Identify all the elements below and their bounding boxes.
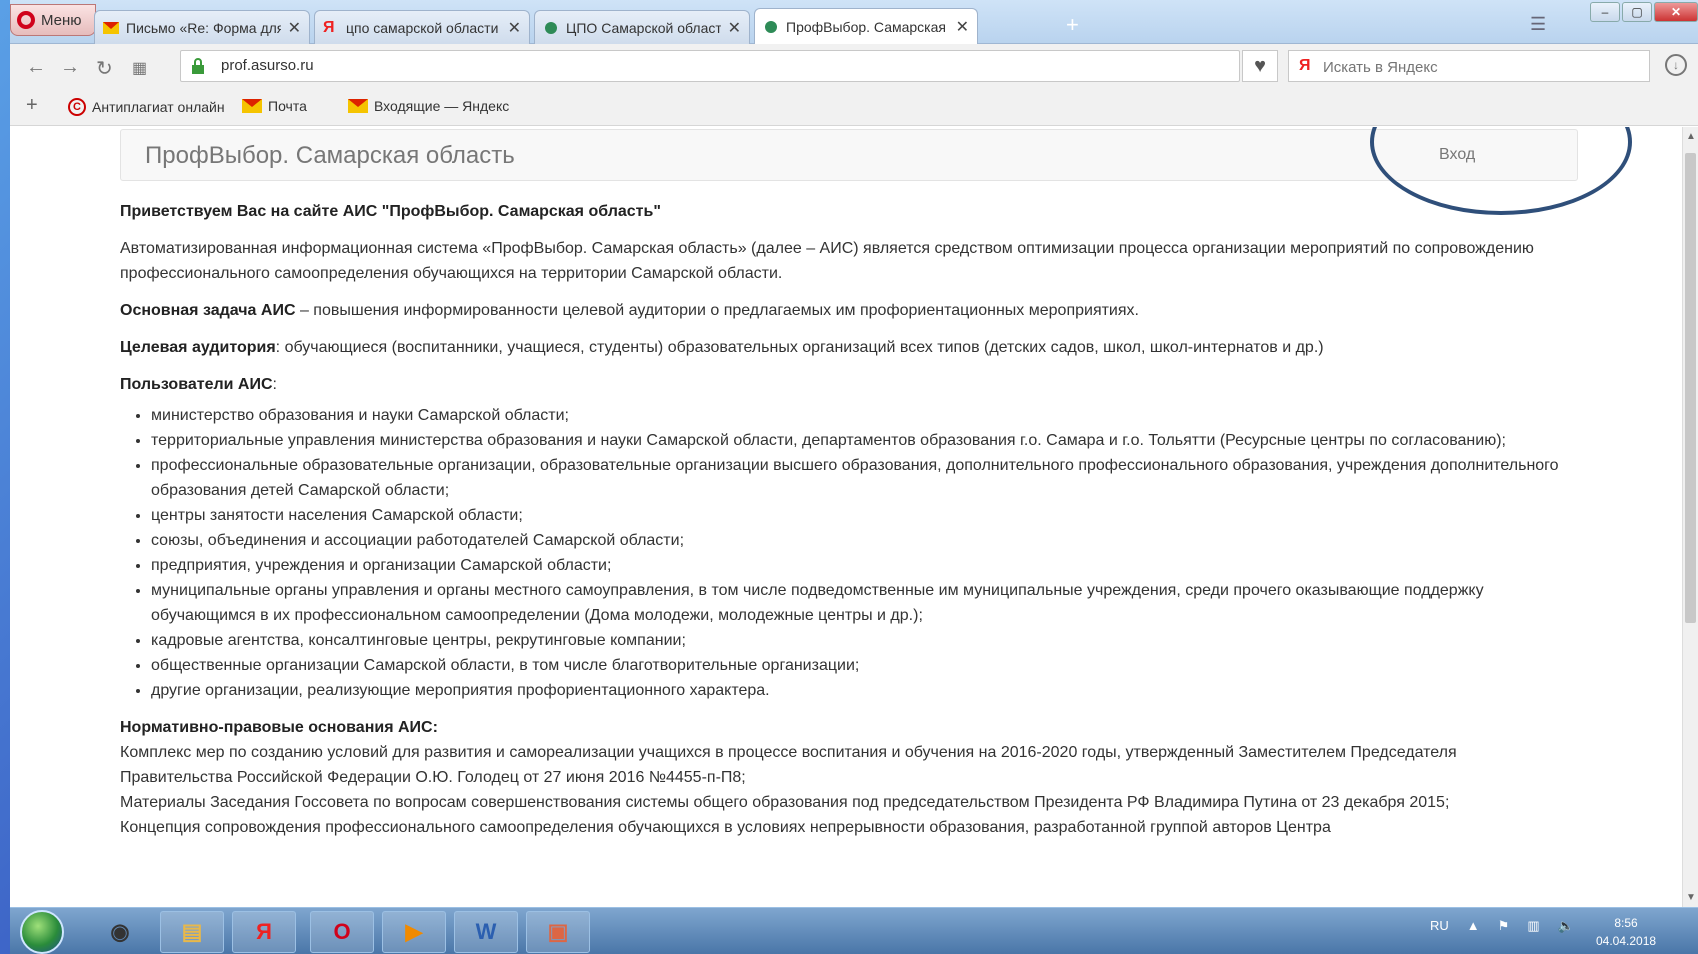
window-controls: – ▢ ✕ [1590, 2, 1698, 22]
folder-icon[interactable]: ▤ [160, 911, 224, 953]
bookmark-antiplagiat[interactable]: C Антиплагиат онлайн [68, 98, 225, 116]
site-brand[interactable]: ПрофВыбор. Самарская область [145, 142, 515, 170]
clock-time: 8:56 [1614, 916, 1638, 930]
tab-bar: Меню Письмо «Re: Форма для А ✕ Я цпо сам… [10, 0, 1698, 44]
list-item: муниципальные органы управления и органы… [151, 578, 1560, 628]
reload-icon[interactable]: ↻ [96, 56, 113, 81]
users-list: министерство образования и науки Самарск… [151, 403, 1560, 703]
scrollbar-thumb[interactable] [1685, 153, 1696, 623]
tray-expand-icon[interactable]: ▲ [1467, 918, 1480, 934]
tab-profvybor[interactable]: ПрофВыбор. Самарская с ✕ [754, 8, 978, 44]
add-bookmark-plus-icon[interactable]: + [26, 94, 38, 117]
tab-label: цпо самарской области - [346, 19, 501, 36]
media-player-icon[interactable]: ◉ [88, 911, 152, 953]
address-bar[interactable]: prof.asurso.ru [180, 50, 1240, 82]
opera-icon [17, 11, 35, 29]
url-text: prof.asurso.ru [221, 57, 314, 74]
tab-label: ЦПО Самарской области [566, 19, 721, 36]
yandex-icon: Я [323, 18, 335, 36]
minimize-icon[interactable]: – [1590, 2, 1620, 22]
list-item: общественные организации Самарской облас… [151, 653, 1560, 678]
player-icon[interactable]: ▶ [382, 911, 446, 953]
legal-item: Концепция сопровождения профессиональног… [120, 819, 1331, 836]
list-item: министерство образования и науки Самарск… [151, 403, 1560, 428]
close-icon[interactable]: ✕ [508, 18, 521, 38]
bookmark-pochta[interactable]: Почта [242, 98, 307, 114]
clock[interactable]: 8:56 04.04.2018 [1596, 914, 1656, 950]
list-item: предприятия, учреждения и организации Са… [151, 553, 1560, 578]
legal-heading: Нормативно-правовые основания АИС: [120, 719, 438, 736]
scroll-down-icon[interactable]: ▼ [1686, 892, 1696, 903]
download-icon[interactable]: ↓ [1665, 54, 1687, 76]
forward-arrow-icon[interactable]: → [60, 56, 80, 79]
bookmark-inbox-yandex[interactable]: Входящие — Яндекс [348, 98, 509, 114]
users-heading: Пользователи АИС: [120, 376, 277, 393]
list-item: профессиональные образовательные организ… [151, 453, 1560, 503]
site-navbar: ПрофВыбор. Самарская область Вход [120, 129, 1578, 181]
list-item: центры занятости населения Самарской обл… [151, 503, 1560, 528]
legal-item: Комплекс мер по созданию условий для раз… [120, 744, 1457, 786]
word-icon[interactable]: W [454, 911, 518, 953]
windows-start-icon[interactable] [20, 910, 64, 954]
bookmark-label: Антиплагиат онлайн [92, 99, 225, 115]
bookmark-label: Входящие — Яндекс [374, 98, 510, 114]
maximize-icon[interactable]: ▢ [1622, 2, 1652, 22]
menu-label: Меню [41, 11, 82, 29]
flag-icon[interactable]: ⚑ [1498, 918, 1510, 934]
mail-icon [348, 99, 368, 113]
network-icon[interactable]: ▥ [1527, 918, 1539, 934]
new-tab-plus-icon[interactable]: + [1066, 12, 1079, 38]
speed-dial-grid-icon[interactable]: ▦ [132, 58, 147, 78]
bookmark-label: Почта [268, 98, 307, 114]
volume-icon[interactable]: 🔈 [1558, 918, 1574, 934]
bookmark-heart-icon[interactable]: ♥ [1242, 50, 1278, 82]
close-icon[interactable]: ✕ [956, 17, 969, 37]
list-item: территориальные управления министерства … [151, 428, 1560, 453]
list-item: другие организации, реализующие мероприя… [151, 678, 1560, 703]
audience-paragraph: Целевая аудитория: обучающиеся (воспитан… [120, 339, 1324, 356]
opera-menu-button[interactable]: Меню [10, 4, 96, 36]
intro-paragraph: Автоматизированная информационная систем… [120, 240, 1534, 282]
back-arrow-icon[interactable]: ← [26, 56, 46, 79]
vertical-scrollbar[interactable]: ▲ ▼ [1682, 127, 1698, 907]
copyright-icon: C [68, 98, 86, 116]
powerpoint-icon[interactable]: ▣ [526, 911, 590, 953]
clock-date: 04.04.2018 [1596, 934, 1657, 948]
system-tray: RU ▲ ⚑ ▥ 🔈 [1430, 918, 1574, 934]
window-close-icon[interactable]: ✕ [1654, 2, 1698, 22]
site-icon [765, 20, 777, 33]
search-input[interactable] [1323, 55, 1643, 79]
tab-menu-icon[interactable]: ☰ [1530, 14, 1546, 35]
site-icon [545, 21, 557, 34]
welcome-heading: Приветствуем Вас на сайте АИС "ПрофВыбор… [120, 203, 661, 220]
bookmarks-bar: + C Антиплагиат онлайн Почта Входящие — … [10, 88, 1698, 126]
web-page: ПрофВыбор. Самарская область Вход Привет… [10, 127, 1682, 907]
navigation-bar: ← → ↻ ▦ prof.asurso.ru ♥ Я ↓ [10, 44, 1698, 88]
yandex-browser-icon[interactable]: Я [232, 911, 296, 953]
mail-icon [242, 99, 262, 113]
mail-icon [103, 21, 119, 34]
close-icon[interactable]: ✕ [728, 18, 741, 38]
yandex-icon: Я [1299, 57, 1311, 74]
tab-cpo[interactable]: ЦПО Самарской области ✕ [534, 10, 750, 44]
legal-item: Материалы Заседания Госсовета по вопроса… [120, 794, 1450, 811]
list-item: союзы, объединения и ассоциации работода… [151, 528, 1560, 553]
close-icon[interactable]: ✕ [288, 18, 301, 38]
scroll-up-icon[interactable]: ▲ [1686, 131, 1696, 142]
lock-icon [192, 58, 204, 74]
tab-label: Письмо «Re: Форма для А [126, 19, 281, 36]
tab-label: ПрофВыбор. Самарская с [786, 18, 949, 35]
main-content: Приветствуем Вас на сайте АИС "ПрофВыбор… [120, 199, 1560, 840]
windows-taskbar: ◉ ▤ Я O ▶ W ▣ RU ▲ ⚑ ▥ 🔈 8:56 04.04.2018 [10, 907, 1698, 954]
language-indicator[interactable]: RU [1430, 918, 1449, 934]
browser-screen: Меню Письмо «Re: Форма для А ✕ Я цпо сам… [10, 0, 1698, 954]
list-item: кадровые агентства, консалтинговые центр… [151, 628, 1560, 653]
search-box[interactable]: Я [1288, 50, 1650, 82]
tab-yandex-search[interactable]: Я цпо самарской области - ✕ [314, 10, 530, 44]
task-paragraph: Основная задача АИС – повышения информир… [120, 302, 1139, 319]
opera-icon[interactable]: O [310, 911, 374, 953]
tab-mail[interactable]: Письмо «Re: Форма для А ✕ [94, 10, 310, 44]
